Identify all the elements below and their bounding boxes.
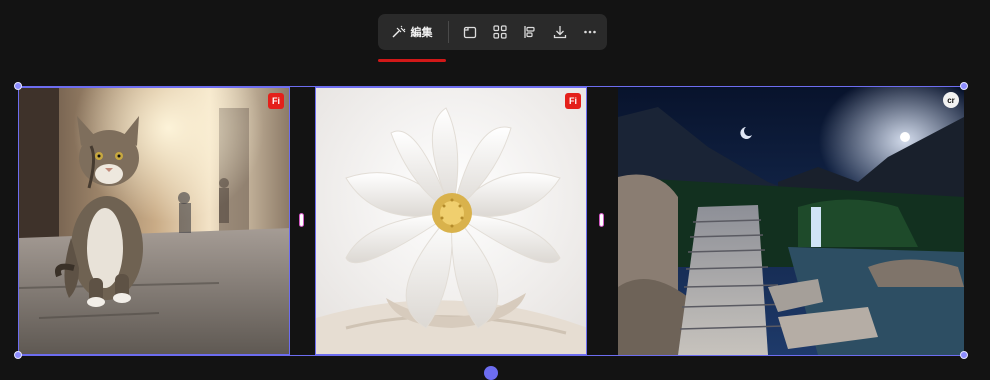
cat-photo bbox=[19, 88, 289, 354]
align-button[interactable] bbox=[515, 17, 545, 47]
lotus-photo bbox=[316, 88, 586, 354]
grid-apps-button[interactable] bbox=[485, 17, 515, 47]
active-indicator bbox=[378, 59, 446, 62]
download-button[interactable] bbox=[545, 17, 575, 47]
resize-button[interactable] bbox=[455, 17, 485, 47]
resize-icon bbox=[462, 24, 478, 40]
more-icon bbox=[582, 24, 598, 40]
image-lotus[interactable]: Fi bbox=[315, 87, 587, 355]
resize-handle-bottom-right[interactable] bbox=[960, 351, 968, 359]
resize-handle-bottom-left[interactable] bbox=[14, 351, 22, 359]
content-credentials-badge: cr bbox=[943, 92, 959, 108]
firefly-badge: Fi bbox=[268, 93, 284, 109]
resize-divider[interactable] bbox=[599, 213, 604, 227]
toolbar-separator bbox=[448, 21, 449, 43]
rotate-handle[interactable] bbox=[484, 366, 498, 380]
edit-label: 編集 bbox=[410, 26, 433, 39]
image-cat[interactable]: Fi bbox=[18, 87, 290, 355]
download-icon bbox=[552, 24, 568, 40]
align-icon bbox=[522, 24, 538, 40]
resize-handle-top-right[interactable] bbox=[960, 82, 968, 90]
resize-divider[interactable] bbox=[299, 213, 304, 227]
edit-sparkle-icon bbox=[392, 25, 406, 39]
floating-toolbar: 編集 bbox=[378, 14, 607, 62]
more-options-button[interactable] bbox=[575, 17, 605, 47]
grid-apps-icon bbox=[492, 24, 508, 40]
night-landscape-photo bbox=[618, 87, 964, 355]
resize-handle-top-left[interactable] bbox=[14, 82, 22, 90]
firefly-badge: Fi bbox=[565, 93, 581, 109]
image-night-landscape[interactable]: cr bbox=[618, 87, 964, 355]
edit-button[interactable]: 編集 bbox=[378, 14, 446, 62]
